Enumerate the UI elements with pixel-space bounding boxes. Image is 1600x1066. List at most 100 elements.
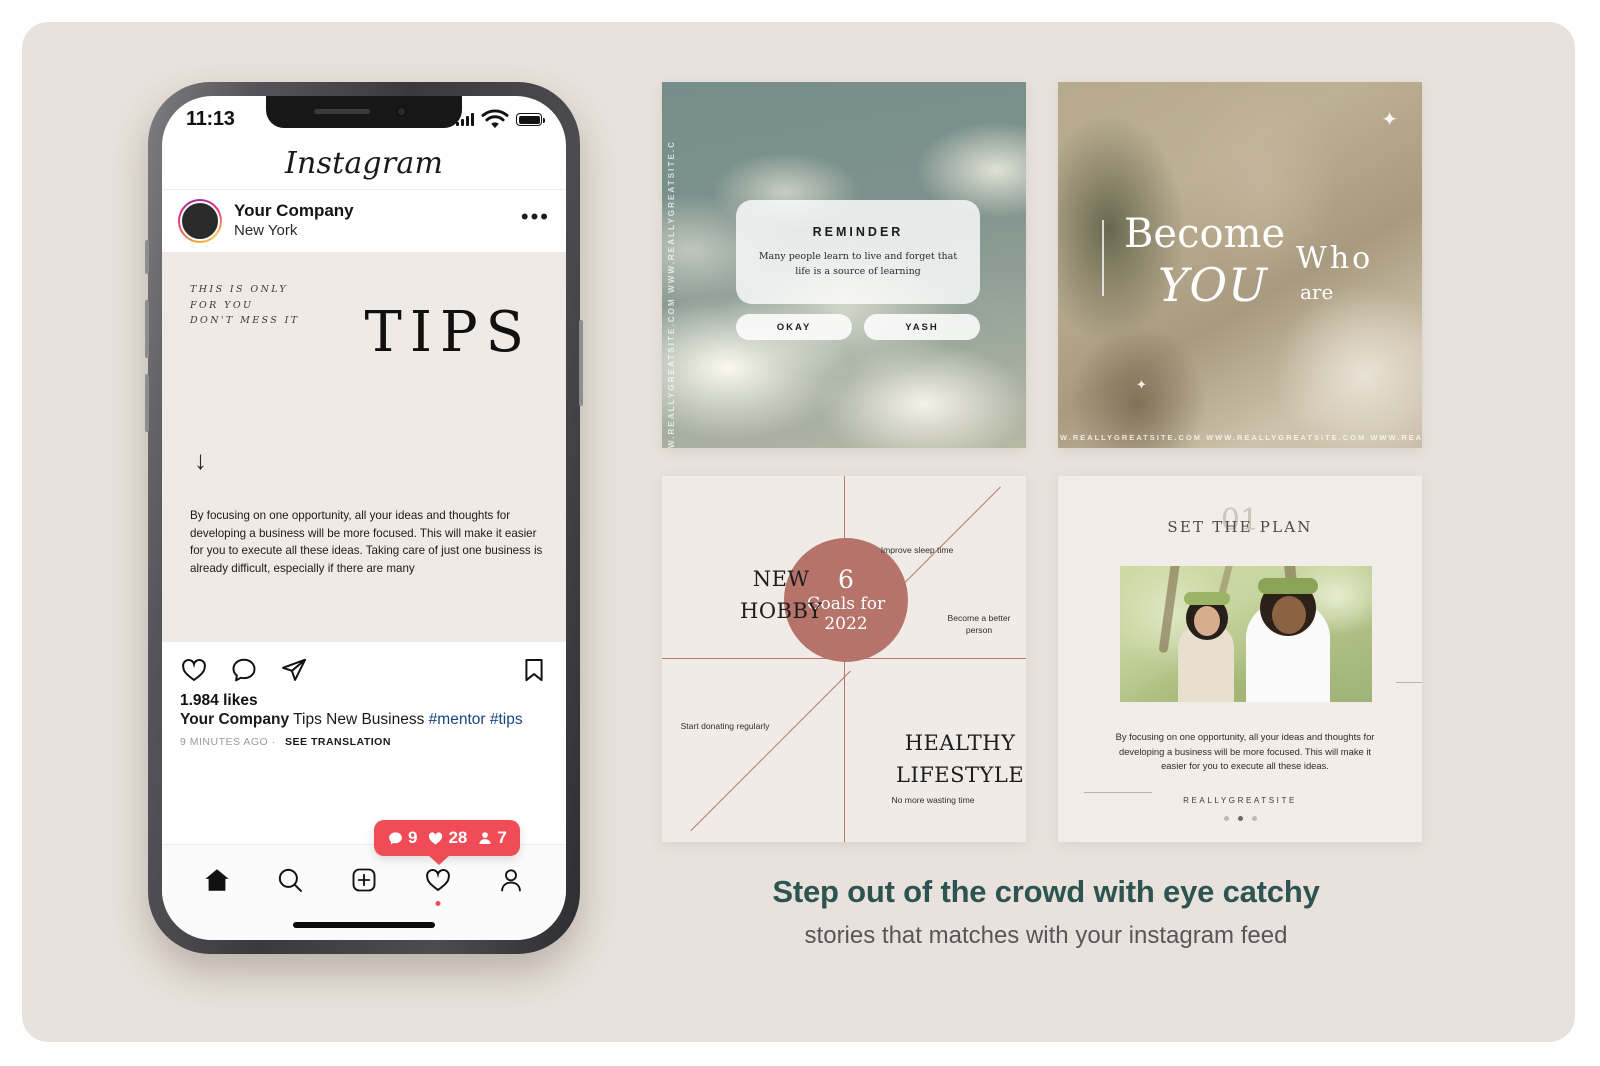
story-card-goals[interactable]: 6 Goals for 2022 NEW HOBBY HEALTHY LIFES…	[662, 476, 1026, 842]
phone-mockup: 11:13 Instagram Your Company New York ••…	[145, 82, 588, 962]
person-icon	[501, 869, 521, 892]
tab-home[interactable]	[200, 863, 234, 897]
caption-hashtags[interactable]: #mentor #tips	[429, 711, 523, 728]
child-flower-crown-shape	[1184, 592, 1230, 605]
phone-screen: 11:13 Instagram Your Company New York ••…	[162, 96, 566, 940]
phone-volume-up-button	[145, 300, 149, 358]
heart-icon	[425, 869, 450, 892]
meta-separator: ·	[271, 736, 276, 748]
story-card-reminder[interactable]: W.REALLYGREATSITE.COM WWW.REALLYGREATSIT…	[662, 82, 1026, 448]
reminder-text: Many people learn to live and forget tha…	[758, 251, 958, 277]
goals-item-donating: Start donating regularly	[680, 721, 770, 731]
post-actions	[162, 642, 566, 690]
post-username[interactable]: Your Company	[234, 201, 521, 222]
caption-text: Tips New Business	[293, 711, 425, 728]
tab-activity[interactable]	[421, 863, 455, 906]
comment-filled-icon	[389, 831, 402, 845]
post-meta: 1.984 likes Your Company Tips New Busine…	[162, 690, 566, 748]
plan-title: SET THE PLAN	[1167, 518, 1313, 536]
story-card-become[interactable]: ✦ ✦ Become Who YOU are W.REALLYGREATSITE…	[1058, 82, 1422, 448]
down-arrow-icon: ↓	[194, 445, 207, 475]
home-icon	[205, 869, 229, 891]
phone-frame: 11:13 Instagram Your Company New York ••…	[145, 82, 583, 954]
post-actions-left	[180, 656, 520, 684]
wifi-icon	[481, 108, 509, 128]
goals-label-healthy-lifestyle: HEALTHY LIFESTYLE	[896, 728, 1024, 791]
badge-pointer	[428, 855, 450, 865]
tab-profile[interactable]	[494, 863, 528, 897]
battery-full-icon	[516, 113, 545, 126]
bookmark-icon[interactable]	[520, 656, 548, 684]
plan-divider-left	[1084, 792, 1152, 793]
page-root: 11:13 Instagram Your Company New York ••…	[0, 0, 1600, 1066]
plan-photo	[1120, 566, 1372, 702]
activity-notification-dot	[435, 901, 441, 906]
goals-center-line-2: 2022	[824, 613, 868, 634]
reminder-buttons: OKAY YASH	[736, 314, 980, 340]
signal-bars-icon	[456, 113, 474, 126]
tab-add[interactable]	[347, 863, 381, 897]
see-translation-link[interactable]: SEE TRANSLATION	[285, 736, 391, 748]
goals-label-lifestyle: LIFESTYLE	[896, 762, 1025, 787]
who-word: Who	[1296, 241, 1374, 276]
goals-item-wasting-time: No more wasting time	[891, 795, 975, 805]
yash-button[interactable]: YASH	[864, 314, 980, 340]
engagement-badge: 9 28 7	[374, 820, 520, 865]
plan-divider-right	[1396, 682, 1422, 683]
post-header-text: Your Company New York	[234, 201, 521, 240]
heart-filled-icon	[429, 831, 443, 845]
avatar[interactable]	[178, 199, 222, 243]
plan-brand: REALLYGREATSITE	[1183, 796, 1297, 805]
plus-square-icon	[352, 868, 376, 892]
carousel-dot-active[interactable]	[1237, 816, 1243, 821]
status-time: 11:13	[186, 107, 235, 130]
post-location[interactable]: New York	[234, 222, 521, 240]
become-word: Become	[1124, 211, 1286, 257]
tab-search[interactable]	[273, 863, 307, 897]
okay-button[interactable]: OKAY	[736, 314, 852, 340]
comment-icon[interactable]	[230, 656, 258, 684]
goals-label-new: NEW	[752, 567, 810, 591]
footer-headline: Step out of the crowd with eye catchy	[772, 874, 1320, 909]
sparkle-icon: ✦	[1136, 377, 1147, 392]
badge-likes-count: 28	[448, 828, 468, 847]
plan-carousel-dots[interactable]	[1058, 816, 1422, 821]
phone-volume-down-button	[145, 374, 149, 432]
post-header: Your Company New York •••	[162, 190, 566, 252]
status-bar: 11:13	[162, 96, 566, 138]
instagram-logo: Instagram	[284, 146, 444, 181]
goals-label-healthy: HEALTHY	[904, 731, 1016, 755]
caption-username[interactable]: Your Company	[180, 711, 289, 728]
badge-comments-count: 9	[408, 828, 418, 847]
post-body-text: By focusing on one opportunity, all your…	[190, 509, 543, 575]
post-kicker: THIS IS ONLY FOR YOU DON'T MESS IT	[190, 282, 300, 329]
phone-mute-switch	[145, 240, 149, 274]
reminder-dialog: REMINDER Many people learn to live and f…	[736, 200, 980, 304]
post-kicker-line-1: THIS IS ONLY	[190, 284, 289, 295]
heart-icon[interactable]	[180, 656, 208, 684]
post-kicker-line-3: DON'T MESS IT	[190, 315, 300, 327]
badge-followers: 7	[477, 828, 507, 848]
post-timestamp: 9 MINUTES AGO	[180, 736, 269, 748]
are-word: are	[1300, 280, 1334, 304]
post-more-options-icon[interactable]: •••	[521, 206, 550, 230]
you-word: YOU	[1158, 258, 1268, 312]
paper-plane-icon[interactable]	[280, 656, 308, 684]
story-card-plan[interactable]: 01 SET THE PLAN By focusing on one oppor…	[1058, 476, 1422, 842]
story-cards-grid: W.REALLYGREATSITE.COM WWW.REALLYGREATSIT…	[662, 82, 1430, 842]
tab-bar	[162, 844, 566, 940]
home-indicator	[293, 922, 435, 928]
sparkle-icon: ✦	[1381, 109, 1398, 131]
reminder-title: REMINDER	[812, 225, 904, 240]
post-title: TIPS	[364, 300, 532, 365]
carousel-dot[interactable]	[1251, 816, 1257, 821]
likes-count[interactable]: 1.984 likes	[180, 692, 548, 710]
badge-likes: 28	[427, 828, 467, 848]
engagement-badge-body: 9 28 7	[374, 820, 520, 856]
post-media[interactable]: THIS IS ONLY FOR YOU DON'T MESS IT TIPS …	[162, 252, 566, 642]
goals-label-hobby: HOBBY	[740, 598, 823, 623]
footer-text: Step out of the crowd with eye catchy st…	[662, 874, 1430, 950]
woman-face-shape	[1272, 596, 1306, 634]
phone-power-button	[579, 320, 583, 406]
carousel-dot[interactable]	[1223, 816, 1229, 821]
